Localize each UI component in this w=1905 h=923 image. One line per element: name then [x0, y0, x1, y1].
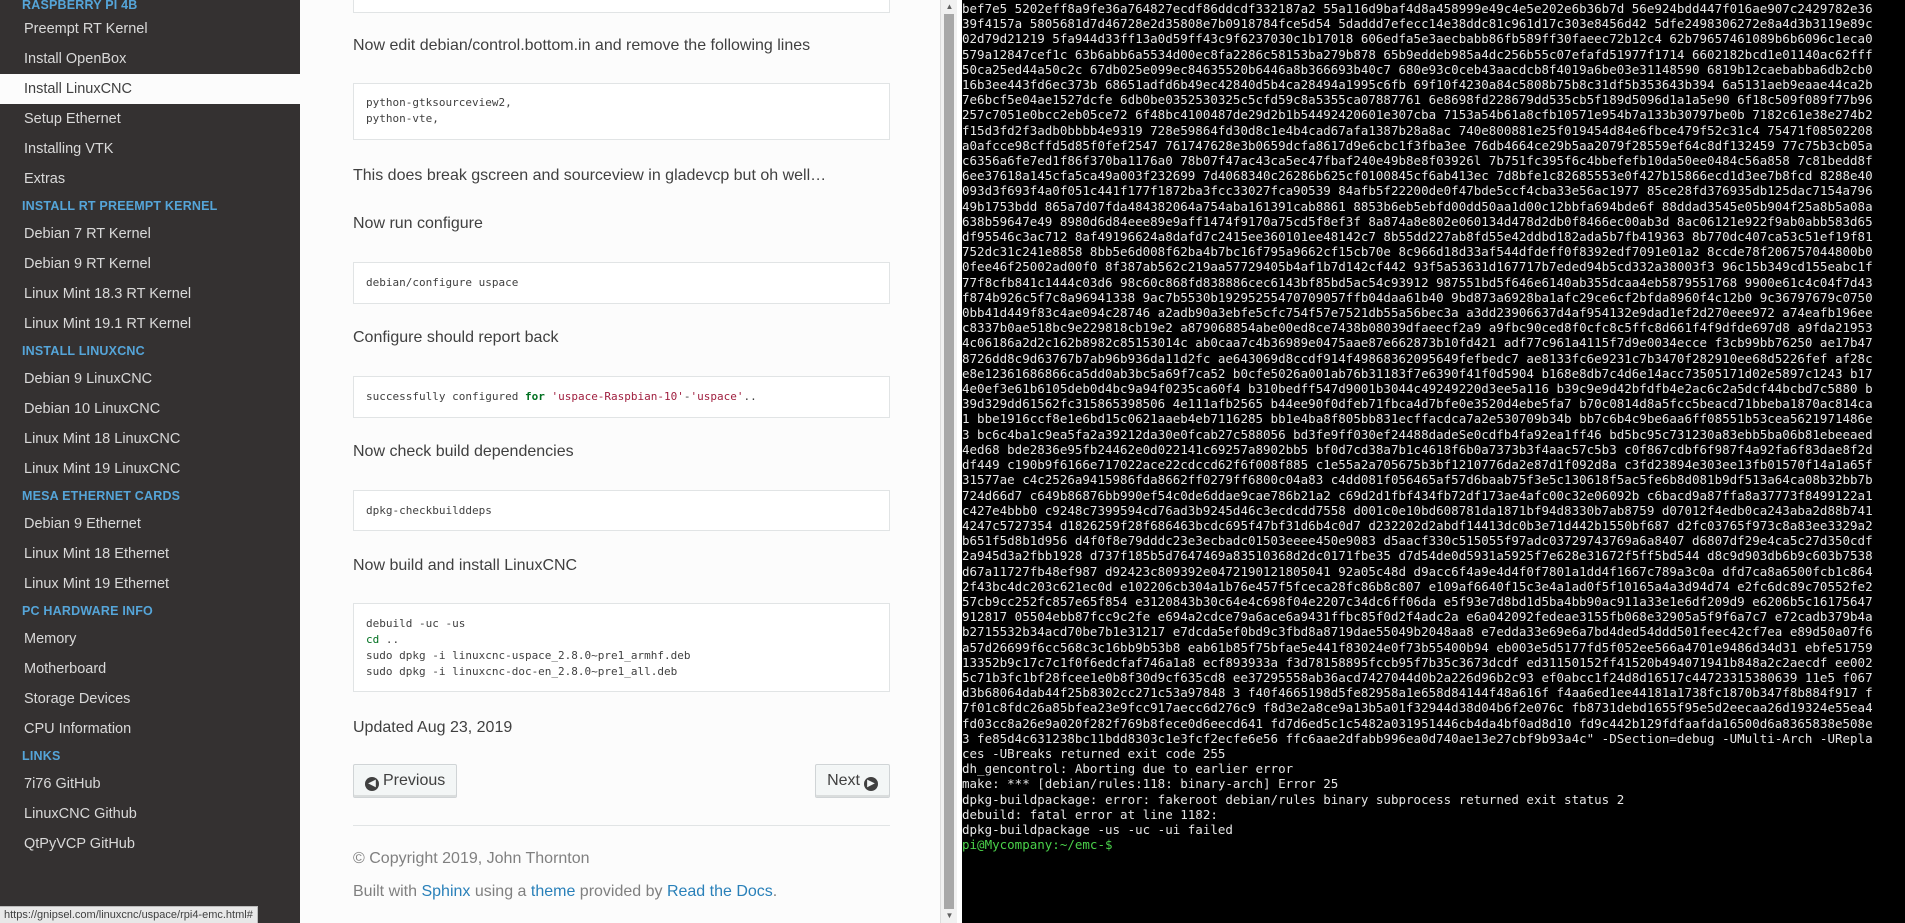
sidebar-caption-mesa-ethernet: Mesa Ethernet Cards	[22, 489, 181, 503]
code-string-uspace-raspbian: 'uspace-Raspbian-10'	[551, 390, 684, 403]
status-bar-url: https://gnipsel.com/linuxcnc/uspace/rpi4…	[0, 906, 258, 923]
theme-link[interactable]: theme	[531, 883, 575, 900]
previous-button-label: Previous	[383, 772, 446, 789]
footer-using-text: using a	[470, 883, 531, 900]
sidebar-item-debian9-linuxcnc[interactable]: Debian 9 LinuxCNC	[0, 364, 300, 394]
sidebar-item-linuxcnc-github[interactable]: LinuxCNC Github	[0, 799, 300, 829]
sidebar-item-7i76-github[interactable]: 7i76 GitHub	[0, 769, 300, 799]
next-button-label: Next	[827, 772, 860, 789]
sidebar-nav: Raspberry Pi 4B Preempt RT Kernel Instal…	[0, 0, 300, 923]
paragraph-run-configure: Now run configure	[353, 215, 483, 232]
terminal-output: bef7e5 5202eff8a9fe36a764827ecdf86ddcdf3…	[962, 0, 1905, 852]
scrollbar-thumb[interactable]	[944, 14, 954, 909]
paragraph-check-deps: Now check build dependencies	[353, 443, 574, 460]
paragraph-edit-control: Now edit debian/control.bottom.in and re…	[353, 37, 811, 54]
code-dots: ..	[743, 390, 757, 403]
terminal-line-dpkg-failed: dpkg-buildpackage -us -uc -ui failed	[962, 821, 1233, 837]
sidebar-item-debian9-ethernet[interactable]: Debian 9 Ethernet	[0, 509, 300, 539]
sidebar-item-debian9-rt-kernel[interactable]: Debian 9 RT Kernel	[0, 249, 300, 279]
code-line-debuild: debuild -uc -us	[366, 617, 466, 630]
sidebar-item-debian10-linuxcnc[interactable]: Debian 10 LinuxCNC	[0, 394, 300, 424]
circle-arrow-left-icon: ◀	[365, 777, 379, 791]
code-keyword-cd: cd	[366, 633, 380, 646]
sidebar-item-cpu-information[interactable]: CPU Information	[0, 714, 300, 744]
paragraph-break-note: This does break gscreen and sourceview i…	[353, 167, 827, 184]
sidebar-item-preempt-rt-kernel[interactable]: Preempt RT Kernel	[0, 14, 300, 44]
sidebar-item-mint18-linuxcnc[interactable]: Linux Mint 18 LinuxCNC	[0, 424, 300, 454]
sidebar-item-mint18-ethernet[interactable]: Linux Mint 18 Ethernet	[0, 539, 300, 569]
next-button[interactable]: Next ▶	[815, 764, 890, 798]
scroll-up-arrow-icon[interactable]: ▲	[941, 0, 958, 14]
footer-built-with: Built with Sphinx using a theme provided…	[353, 883, 777, 901]
terminal-prompt[interactable]: pi@Mycompany:~/emc-$	[962, 837, 1905, 852]
code-cd-arg: ..	[379, 633, 400, 646]
sidebar-item-motherboard[interactable]: Motherboard	[0, 654, 300, 684]
sidebar-item-install-openbox[interactable]: Install OpenBox	[0, 44, 300, 74]
sphinx-link[interactable]: Sphinx	[421, 883, 470, 900]
scroll-down-arrow-icon[interactable]: ▼	[941, 909, 958, 923]
footer-built-with-text: Built with	[353, 883, 422, 900]
sidebar-item-installing-vtk[interactable]: Installing VTK	[0, 134, 300, 164]
sidebar-caption-links: Links	[22, 749, 61, 763]
sidebar-item-mint191-rt-kernel[interactable]: Linux Mint 19.1 RT Kernel	[0, 309, 300, 339]
sidebar-item-mint19-ethernet[interactable]: Linux Mint 19 Ethernet	[0, 569, 300, 599]
page-scrollbar[interactable]: ▲ ▼	[940, 0, 957, 923]
paragraph-build-install: Now build and install LinuxCNC	[353, 557, 578, 574]
sidebar-item-mint19-linuxcnc[interactable]: Linux Mint 19 LinuxCNC	[0, 454, 300, 484]
code-block-build: debuild -uc -us cd .. sudo dpkg -i linuxcn…	[353, 603, 890, 692]
terminal-hex-dump: bef7e5 5202eff8a9fe36a764827ecdf86ddcdf3…	[962, 1, 1881, 761]
terminal-line-make-error: make: *** [debian/rules:118: binary-arch…	[962, 776, 1339, 792]
sidebar-caption-pc-hardware: PC Hardware Info	[22, 604, 153, 618]
code-hyphen: -	[683, 390, 691, 403]
code-block-previous	[353, 0, 890, 13]
code-block-checkbuilddeps: dpkg-checkbuilddeps	[353, 490, 890, 531]
code-line-dpkg-doc: sudo dpkg -i linuxcnc-doc-en_2.8.0~pre1_…	[366, 665, 678, 678]
terminal-window[interactable]: bef7e5 5202eff8a9fe36a764827ecdf86ddcdf3…	[962, 0, 1905, 923]
terminal-line-debuild-fatal: debuild: fatal error at line 1182:	[962, 806, 1218, 822]
sidebar-item-storage-devices[interactable]: Storage Devices	[0, 684, 300, 714]
sidebar-caption-rt-preempt-kernel: Install RT PREEMPT Kernel	[22, 199, 218, 213]
footer-divider	[353, 825, 890, 826]
sidebar-item-memory[interactable]: Memory	[0, 624, 300, 654]
sidebar-item-extras[interactable]: Extras	[0, 164, 300, 194]
paragraph-report-back: Configure should report back	[353, 329, 559, 346]
previous-button[interactable]: ◀ Previous	[353, 764, 458, 798]
code-string-uspace: 'uspace'	[690, 390, 744, 403]
terminal-line-dpkg-error: dpkg-buildpackage: error: fakeroot debia…	[962, 791, 1625, 807]
footer-provided-text: provided by	[575, 883, 667, 900]
code-keyword-for: for	[524, 390, 545, 403]
code-line-dpkg-uspace: sudo dpkg -i linuxcnc-uspace_2.8.0~pre1_…	[366, 649, 691, 662]
sidebar-caption-raspberry-pi: Raspberry Pi 4B	[22, 0, 138, 12]
code-block-remove-lines: python-gtksourceview2, python-vte,	[353, 83, 890, 140]
sidebar-item-mint183-rt-kernel[interactable]: Linux Mint 18.3 RT Kernel	[0, 279, 300, 309]
code-block-configure: debian/configure uspace	[353, 262, 890, 304]
sidebar-caption-install-linuxcnc: Install LinuxCNC	[22, 344, 145, 358]
code-report-text: successfully configured	[366, 390, 525, 403]
footer-period: .	[772, 883, 778, 900]
terminal-line-gencontrol: dh_gencontrol: Aborting due to earlier e…	[962, 761, 1294, 777]
read-the-docs-link[interactable]: Read the Docs	[667, 883, 773, 900]
main-content: Now edit debian/control.bottom.in and re…	[300, 0, 940, 923]
circle-arrow-right-icon: ▶	[864, 777, 878, 791]
sidebar-item-qtpyvcp-github[interactable]: QtPyVCP GitHub	[0, 829, 300, 859]
sidebar-item-setup-ethernet[interactable]: Setup Ethernet	[0, 104, 300, 134]
code-block-report: successfully configured for 'uspace-Rasp…	[353, 376, 890, 418]
code-line-cd: cd ..	[366, 632, 877, 648]
sidebar-item-debian7-rt-kernel[interactable]: Debian 7 RT Kernel	[0, 219, 300, 249]
footer-copyright: © Copyright 2019, John Thornton	[353, 850, 590, 867]
sidebar-item-install-linuxcnc-current[interactable]: Install LinuxCNC	[0, 74, 300, 104]
updated-date: Updated Aug 23, 2019	[353, 719, 513, 736]
